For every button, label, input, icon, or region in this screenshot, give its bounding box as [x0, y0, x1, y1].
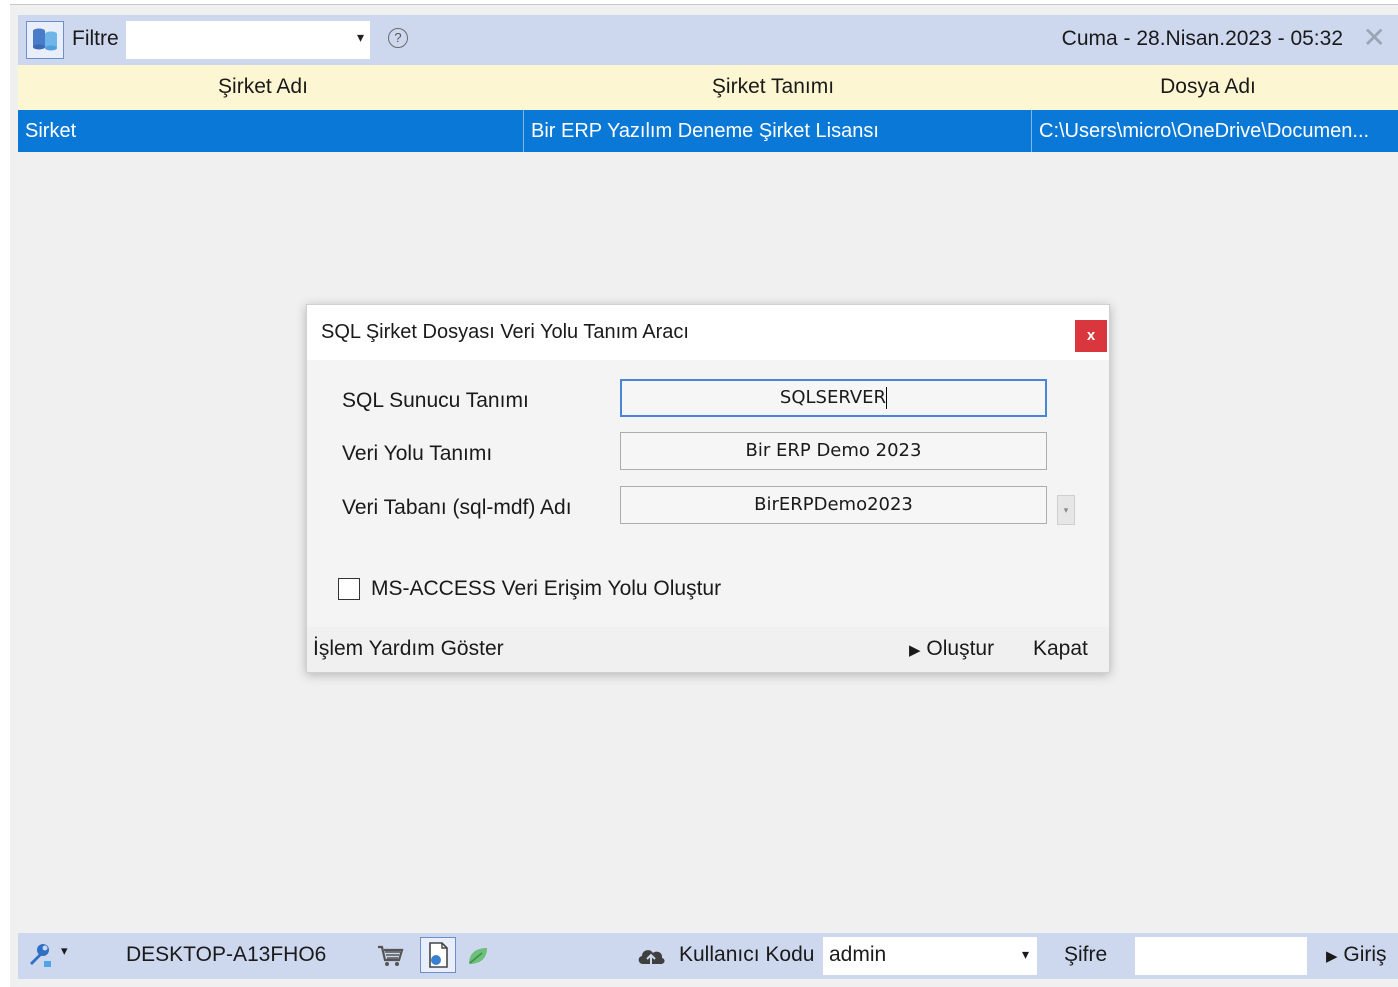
login-button[interactable]: ▶ Giriş	[1326, 943, 1387, 967]
status-bar: ▾ DESKTOP-A13FHO6 Kullanıcı Kodu admin ▾…	[18, 933, 1398, 979]
user-code-value: admin	[829, 943, 887, 966]
dialog-close-button[interactable]: x	[1075, 320, 1107, 352]
database-name-label: Veri Tabanı (sql-mdf) Adı	[342, 496, 572, 519]
datetime-text: Cuma - 28.Nisan.2023 - 05:32	[1061, 27, 1343, 50]
password-field[interactable]	[1135, 937, 1307, 975]
create-button[interactable]: ▶ Oluştur	[909, 637, 994, 661]
ms-access-checkbox[interactable]	[338, 578, 360, 600]
password-label: Şifre	[1064, 943, 1108, 966]
cell-file-name: C:\Users\micro\OneDrive\Documen...	[1039, 120, 1370, 142]
database-name-input[interactable]: BirERPDemo2023	[620, 486, 1047, 524]
filter-toolbar: Filtre ▾ ? Cuma - 28.Nisan.2023 - 05:32 …	[18, 15, 1398, 65]
dialog-title: SQL Şirket Dosyası Veri Yolu Tanım Aracı	[321, 321, 689, 343]
dialog-footer: İşlem Yardım Göster ▶ Oluştur Kapat	[307, 627, 1109, 672]
sql-path-dialog: SQL Şirket Dosyası Veri Yolu Tanım Aracı…	[306, 304, 1110, 673]
cell-company-name: Sirket	[18, 110, 524, 152]
filter-label: Filtre	[72, 27, 119, 50]
play-icon: ▶	[1326, 948, 1338, 965]
database-dropdown-button[interactable]: ▾	[1057, 495, 1075, 525]
user-code-label: Kullanıcı Kodu	[679, 943, 815, 966]
data-path-label: Veri Yolu Tanımı	[342, 442, 493, 465]
chevron-down-icon[interactable]: ▾	[357, 29, 364, 46]
create-label: Oluştur	[926, 637, 995, 660]
grid-header: Şirket Adı Şirket Tanımı Dosya Adı	[18, 65, 1398, 110]
help-icon[interactable]: ?	[388, 28, 408, 48]
cart-icon[interactable]	[376, 943, 404, 974]
document-icon[interactable]	[420, 937, 456, 973]
login-label: Giriş	[1343, 943, 1387, 966]
chevron-down-icon[interactable]: ▾	[61, 943, 68, 959]
sql-server-input[interactable]: SQLSERVER	[620, 379, 1047, 417]
column-header-file-name[interactable]: Dosya Adı	[1038, 75, 1378, 99]
filter-combo[interactable]: ▾	[126, 21, 370, 59]
database-filter-icon[interactable]	[26, 21, 64, 59]
sql-server-value: SQLSERVER	[779, 387, 887, 408]
dialog-title-bar: SQL Şirket Dosyası Veri Yolu Tanım Aracı…	[307, 305, 1109, 360]
chevron-down-icon[interactable]: ▾	[1022, 946, 1029, 963]
data-path-input[interactable]: Bir ERP Demo 2023	[620, 432, 1047, 470]
leaf-icon[interactable]	[466, 945, 490, 972]
text-caret	[886, 387, 888, 409]
help-link[interactable]: İşlem Yardım Göster	[313, 637, 504, 661]
computer-name: DESKTOP-A13FHO6	[126, 943, 327, 966]
table-row[interactable]: Sirket Bir ERP Yazılım Deneme Şirket Lis…	[18, 110, 1398, 152]
database-name-value: BirERPDemo2023	[754, 494, 913, 515]
ms-access-checkbox-label[interactable]: MS-ACCESS Veri Erişim Yolu Oluştur	[371, 577, 721, 601]
tools-icon[interactable]	[26, 941, 52, 974]
sql-server-label: SQL Sunucu Tanımı	[342, 389, 529, 412]
close-icon[interactable]: ✕	[1363, 21, 1386, 54]
cell-company-description: Bir ERP Yazılım Deneme Şirket Lisansı	[524, 110, 1032, 152]
data-path-value: Bir ERP Demo 2023	[745, 440, 922, 461]
close-button[interactable]: Kapat	[1033, 637, 1088, 661]
cloud-icon[interactable]	[636, 945, 666, 972]
column-header-company-name[interactable]: Şirket Adı	[18, 75, 508, 99]
play-icon: ▶	[909, 642, 921, 659]
user-code-combo[interactable]: admin ▾	[823, 937, 1037, 975]
column-header-company-description[interactable]: Şirket Tanımı	[523, 75, 1023, 99]
